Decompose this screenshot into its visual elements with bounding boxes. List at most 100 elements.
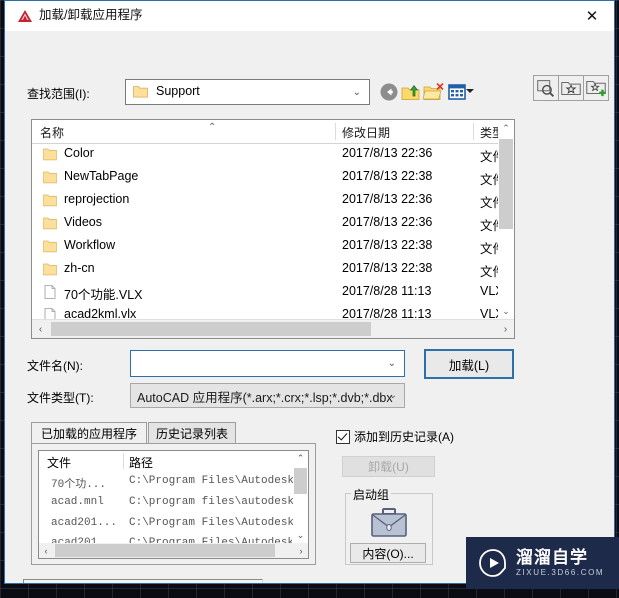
up-one-level-icon[interactable] [400,81,422,103]
file-list-vertical-scrollbar[interactable]: ⌃ ⌄ [498,120,514,320]
list-item[interactable]: acad.mnl C:\program files\autodesk... [39,494,308,515]
file-date: 2017/8/13 22:38 [342,261,433,275]
file-name-combobox[interactable]: ⌄ [130,350,405,377]
title-bar: 加载/卸载应用程序 ✕ [5,1,614,32]
file-type: 文件 [480,219,498,233]
add-favorite-button[interactable] [583,75,609,101]
column-header-file[interactable]: 文件 [47,454,71,471]
file-icon [44,285,56,299]
scroll-left-icon[interactable]: ‹ [32,320,49,338]
favorites-icon [561,81,581,95]
file-icon [44,308,56,319]
loaded-applications-list[interactable]: 文件 路径 70个功... C:\Program Files\Autodesk.… [38,450,309,559]
table-row[interactable]: NewTabPage 2017/8/13 22:38 文件 [32,166,498,189]
scroll-right-icon[interactable]: › [497,320,514,338]
file-name: reprojection [64,192,130,206]
unload-button: 卸载(U) [342,456,435,477]
applist-vertical-scrollbar[interactable]: ⌃ ⌄ [293,451,308,543]
briefcase-icon[interactable] [368,507,410,539]
look-in-value: Support [156,84,200,98]
applist-horizontal-scrollbar[interactable]: ‹ › [39,543,308,558]
column-divider [335,123,336,140]
contents-button[interactable]: 内容(O)... [350,543,426,563]
scrollbar-thumb[interactable] [51,322,371,336]
scroll-down-icon[interactable]: ⌄ [293,528,308,543]
list-item[interactable]: 70个功... C:\Program Files\Autodesk... [39,473,308,494]
app-path: C:\program files\autodesk... [129,496,309,508]
folder-icon [43,148,57,161]
tab-loaded-applications[interactable]: 已加载的应用程序 [31,422,147,444]
file-type-combobox[interactable]: AutoCAD 应用程序(*.arx;*.crx;*.lsp;*.dvb;*.d… [130,383,405,408]
file-type: VLX [480,307,498,319]
tab-strip: 已加载的应用程序 历史记录列表 [31,422,316,444]
favorites-button[interactable] [558,75,584,101]
file-list-horizontal-scrollbar[interactable]: ‹ › [32,319,514,338]
add-to-history-checkbox[interactable]: 添加到历史记录(A) [336,428,454,445]
file-name: Workflow [64,238,116,252]
table-row[interactable]: Workflow 2017/8/13 22:38 文件 [32,235,498,258]
tab-history-list[interactable]: 历史记录列表 [148,422,236,444]
scroll-up-icon[interactable]: ⌃ [498,120,514,137]
file-date: 2017/8/13 22:36 [342,192,433,206]
file-name: Color [64,146,94,160]
scrollbar-thumb[interactable] [55,544,275,557]
chevron-down-icon[interactable]: ⌄ [389,390,397,401]
look-in-label: 查找范围(I): [27,87,90,101]
status-bar [23,579,263,583]
look-in-combobox[interactable]: Support ⌄ [125,79,370,105]
file-name-input[interactable] [137,355,391,375]
file-date: 2017/8/13 22:36 [342,146,433,160]
file-name: zh-cn [64,261,95,275]
views-icon[interactable] [446,81,468,103]
app-path: C:\Program Files\Autodesk... [129,475,309,487]
views-dropdown-caret-icon[interactable] [466,89,474,93]
app-path: C:\Program Files\Autodesk... [129,517,309,529]
file-date: 2017/8/13 22:38 [342,238,433,252]
file-type-label: 文件类型(T): [27,391,94,405]
folder-icon [43,194,57,207]
window-title: 加载/卸载应用程序 [39,8,143,22]
chevron-down-icon[interactable]: ⌄ [353,87,361,98]
chevron-down-icon[interactable]: ⌄ [388,358,396,369]
table-row[interactable]: Videos 2017/8/13 22:36 文件 [32,212,498,235]
list-item[interactable]: acad201... C:\Program Files\Autodesk... [39,515,308,536]
back-arrow-icon[interactable] [378,81,400,103]
sort-ascending-icon: ⌃ [208,122,217,133]
column-header-name[interactable]: 名称 [40,124,64,141]
column-header-path[interactable]: 路径 [129,454,153,471]
folder-icon [43,263,57,276]
close-window-button[interactable]: ✕ [570,1,614,31]
table-row[interactable]: Color 2017/8/13 22:36 文件 [32,143,498,166]
table-row[interactable]: acad2kml.vlx 2017/8/28 11:13 VLX [32,304,498,319]
search-button[interactable] [533,75,559,101]
table-row[interactable]: reprojection 2017/8/13 22:36 文件 [32,189,498,212]
new-folder-icon[interactable] [422,81,444,103]
checkbox-box[interactable] [336,429,350,444]
watermark-texts: 溜溜自学 ZIXUE.3D66.COM [516,548,604,578]
app-file: 70个功... [51,479,107,491]
scroll-down-icon[interactable]: ⌄ [498,303,514,320]
scroll-left-icon[interactable]: ‹ [39,543,53,558]
file-browser-list[interactable]: 名称 修改日期 类型 ⌃ Color 2017/8/13 22:36 文件 [31,119,515,339]
scrollbar-thumb[interactable] [499,139,513,229]
watermark-title: 溜溜自学 [516,548,588,567]
file-name: Videos [64,215,102,229]
table-row[interactable]: 70个功能.VLX 2017/8/28 11:13 VLX [32,281,498,304]
startup-suite-legend: 启动组 [351,486,392,503]
column-divider [473,123,474,140]
column-header-date[interactable]: 修改日期 [342,124,390,141]
file-type: 文件 [480,173,498,187]
folder-icon [43,217,57,230]
file-date: 2017/8/28 11:13 [342,284,432,298]
search-icon [537,80,555,97]
scroll-right-icon[interactable]: › [294,543,308,558]
table-row[interactable]: zh-cn 2017/8/13 22:38 文件 [32,258,498,281]
load-button[interactable]: 加载(L) [424,349,514,379]
watermark-subtitle: ZIXUE.3D66.COM [516,568,605,577]
file-type: VLX [480,284,498,298]
checkbox-label: 添加到历史记录(A) [354,430,454,444]
scrollbar-thumb[interactable] [294,468,307,494]
scroll-up-icon[interactable]: ⌃ [293,451,308,466]
file-type: 文件 [480,196,498,210]
dialog-body: 查找范围(I): Support ⌄ 名称 修改日期 类型 ⌃ Color 20… [5,31,614,583]
